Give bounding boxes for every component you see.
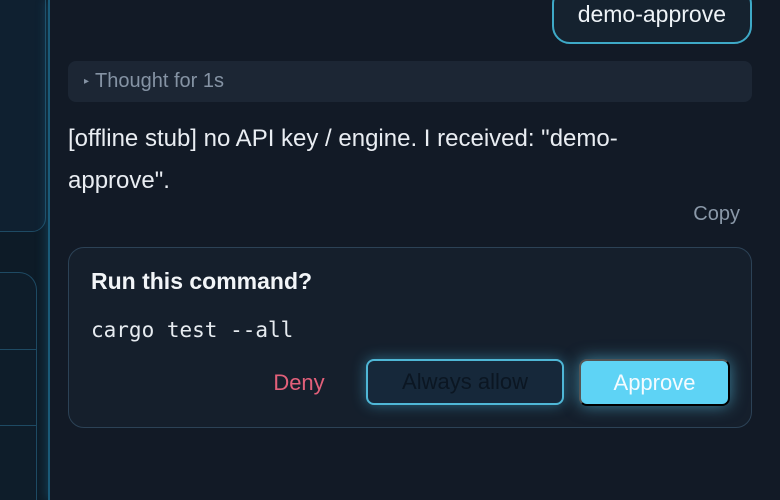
caret-right-icon: ▸ bbox=[84, 76, 90, 87]
thought-label: Thought for 1s bbox=[95, 70, 224, 92]
sidebar-divider bbox=[0, 349, 36, 350]
approval-title: Run this command? bbox=[91, 268, 313, 294]
user-message-text: demo-approve bbox=[577, 1, 726, 27]
chat-panel: demo-approve ▸ Thought for 1s [offline s… bbox=[48, 0, 780, 500]
sidebar-panel-bottom bbox=[0, 272, 37, 500]
copy-button[interactable]: Copy bbox=[693, 203, 740, 226]
command-approval-card: Run this command? cargo test --all Deny … bbox=[68, 247, 752, 428]
thought-toggle[interactable]: ▸ Thought for 1s bbox=[68, 61, 752, 102]
assistant-reply-text: [offline stub] no API key / engine. I re… bbox=[68, 125, 618, 194]
deny-button[interactable]: Deny bbox=[257, 360, 341, 406]
approval-command: cargo test --all bbox=[91, 318, 294, 342]
sidebar-panel-top bbox=[0, 0, 46, 232]
user-message-bubble: demo-approve bbox=[551, 0, 752, 44]
approve-button[interactable]: Approve bbox=[579, 359, 730, 406]
app-window: demo-approve ▸ Thought for 1s [offline s… bbox=[0, 0, 780, 500]
always-allow-button[interactable]: Always allow bbox=[366, 359, 564, 405]
sidebar-divider bbox=[0, 425, 36, 426]
